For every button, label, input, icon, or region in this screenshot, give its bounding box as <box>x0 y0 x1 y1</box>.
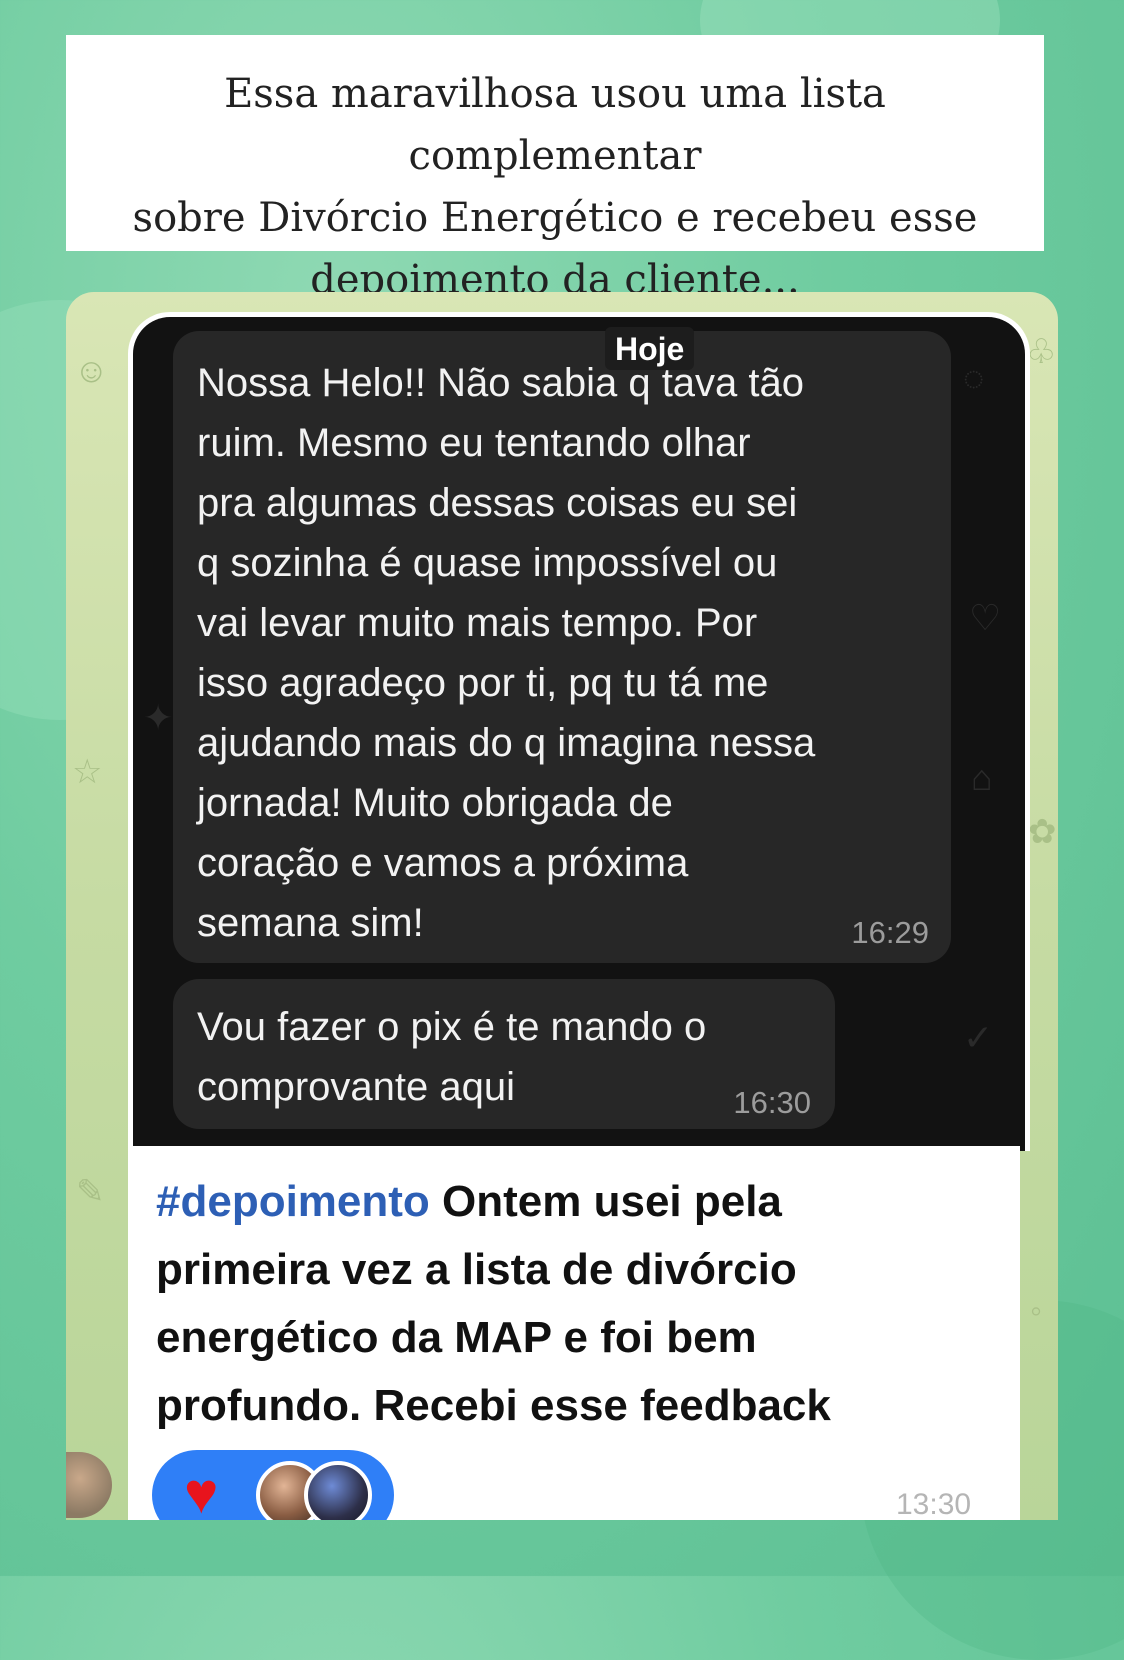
message-line: comprovante aqui <box>197 1065 515 1109</box>
message-time: 16:29 <box>851 915 929 950</box>
doodle-icon: ◌ <box>963 357 985 398</box>
doodle-icon: ◦ <box>1030 1292 1043 1330</box>
doodle-icon: ☺ <box>74 352 109 390</box>
chat-screen: ◌ ♡ ⌂ ✓ ✦ Nossa Helo!! Não sabia q tava … <box>128 312 1030 1151</box>
message-line: coração e vamos a próxima <box>197 841 689 885</box>
heart-icon: ♥ <box>184 1461 219 1521</box>
doodle-icon: ✦ <box>143 697 174 738</box>
date-separator: Hoje <box>605 327 695 370</box>
doodle-icon: ♧ <box>1026 333 1057 371</box>
message-line: q sozinha é quase impossível ou <box>197 541 778 585</box>
doodle-icon: ⌂ <box>971 757 993 798</box>
screenshot-card: ☺ ☆ ✎ ♧ ✿ ◦ ◌ ♡ ⌂ ✓ ✦ Nossa Helo!! Não s… <box>66 292 1058 1520</box>
comment-time: 13:30 <box>896 1488 972 1520</box>
message-bubble: Vou fazer o pix é te mando o comprovante… <box>173 979 835 1129</box>
doodle-icon: ♡ <box>969 597 1002 638</box>
message-line: ruim. Mesmo eu tentando olhar <box>197 421 751 465</box>
message-line: vai levar muito mais tempo. Por <box>197 601 758 645</box>
comment-line: #depoimento Ontem usei pela <box>156 1168 996 1236</box>
message-line: isso agradeço por ti, pq tu tá me <box>197 661 769 705</box>
doodle-icon: ✿ <box>1028 813 1057 851</box>
message-line: jornada! Muito obrigada de <box>197 781 673 825</box>
message-line: Nossa Helo!! Não sabia q tava tão <box>197 361 805 405</box>
comment-line: energético da MAP e foi bem <box>156 1313 757 1362</box>
message-bubble: Nossa Helo!! Não sabia q tava tão ruim. … <box>173 331 951 963</box>
message-time: 16:30 <box>733 1085 811 1120</box>
comment-line-rest: Ontem usei pela <box>429 1177 782 1226</box>
message-line: semana sim! <box>197 901 424 945</box>
comment-line: profundo. Recebi esse feedback <box>156 1381 831 1430</box>
avatar <box>304 1461 372 1520</box>
story-caption: Essa maravilhosa usou uma lista compleme… <box>66 35 1044 303</box>
caption-line: Essa maravilhosa usou uma lista compleme… <box>224 71 886 179</box>
hashtag-link[interactable]: #depoimento <box>156 1177 430 1226</box>
caption-line: sobre Divórcio Energético e recebeu esse <box>132 195 978 241</box>
comment-text: #depoimento Ontem usei pela primeira vez… <box>156 1168 996 1440</box>
message-line: Vou fazer o pix é te mando o <box>197 1005 707 1049</box>
doodle-icon: ☆ <box>72 753 103 791</box>
avatar <box>66 1452 112 1518</box>
reactions-button[interactable]: ♥ <box>152 1450 394 1520</box>
message-line: pra algumas dessas coisas eu sei <box>197 481 798 525</box>
comment-line: primeira vez a lista de divórcio <box>156 1245 797 1294</box>
comment-post: #depoimento Ontem usei pela primeira vez… <box>128 1146 1020 1520</box>
doodle-icon: ✓ <box>963 1017 994 1058</box>
message-line: ajudando mais do q imagina nessa <box>197 721 816 765</box>
doodle-icon: ✎ <box>76 1173 105 1211</box>
